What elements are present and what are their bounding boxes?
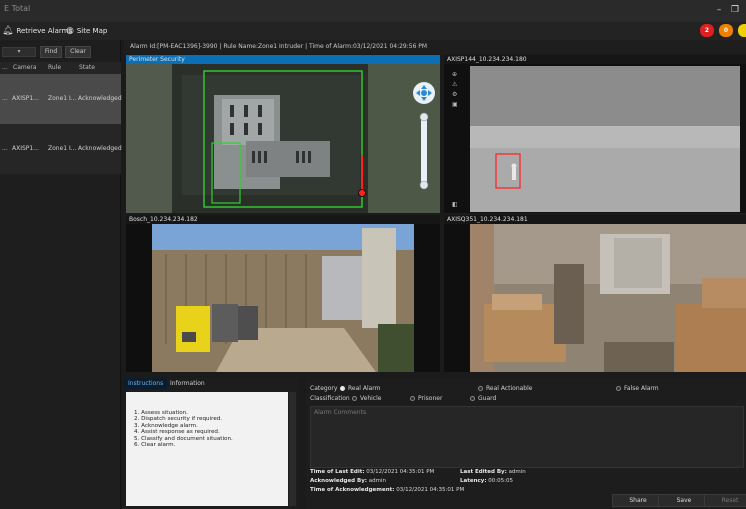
alarm-camera: AXISP1... — [12, 95, 39, 102]
category-radio-real-alarm[interactable] — [340, 386, 345, 391]
alarm-header-text: Alarm Id:[PM-EAC1396]-3990 | Rule Name:Z… — [130, 43, 428, 50]
site-map-image — [126, 55, 440, 213]
svg-text:▣: ▣ — [452, 101, 458, 108]
camera-view-bosch[interactable]: Bosch_10.234.234.182 — [126, 215, 440, 372]
camera-label: AXISP144_10.234.234.180 — [444, 55, 746, 64]
clear-button[interactable]: Clear — [65, 46, 91, 58]
column-rule[interactable]: Rule — [48, 64, 61, 71]
retrieve-alarms-label: Retrieve Alarms — [16, 27, 73, 35]
camera-label: Bosch_10.234.234.182 — [126, 215, 440, 224]
alarm-comments-input[interactable]: Alarm Comments — [310, 406, 744, 468]
retrieve-alarms-button[interactable]: 🔔︎ Retrieve Alarms — [2, 25, 72, 37]
filter-dropdown[interactable]: ▾ — [2, 47, 36, 57]
bosch-feed-image — [126, 224, 440, 372]
alarm-list-header: ... Camera Rule State — [0, 62, 121, 74]
title-bar: E Total – ❐ — [0, 0, 746, 22]
category-option-label: Real Actionable — [486, 385, 533, 392]
alarm-row[interactable]: ... AXISP1... Zone1 I... Acknowledged — [0, 124, 122, 174]
alarm-rule: Zone1 I... — [48, 145, 77, 152]
camera-label: Perimeter Security — [126, 55, 440, 64]
save-button[interactable]: Save — [658, 494, 710, 507]
camera-label: AXISQ351_10.234.234.181 — [444, 215, 746, 224]
instructions-panel: Instructions Information 1. Assess situa… — [124, 378, 298, 509]
svg-text:⚠: ⚠ — [452, 81, 458, 88]
find-button[interactable]: Find — [40, 46, 62, 58]
site-map-label: Site Map — [76, 27, 108, 35]
last-edited-by: Last Edited By: admin — [460, 469, 526, 475]
alarm-header: Alarm Id:[PM-EAC1396]-3990 | Rule Name:Z… — [124, 40, 746, 54]
classification-radio-prisoner[interactable] — [410, 396, 415, 401]
minimize-button[interactable]: – — [712, 3, 726, 17]
classification-radio-guard[interactable] — [470, 396, 475, 401]
classification-label: Classification — [310, 395, 350, 402]
classification-option-label: Vehicle — [360, 395, 382, 402]
instructions-text: 1. Assess situation. 2. Dispatch securit… — [126, 392, 288, 506]
warehouse-feed-image — [444, 224, 746, 372]
svg-text:◧: ◧ — [452, 201, 458, 208]
alarm-state: Acknowledged — [78, 145, 122, 152]
warning-count-badge[interactable]: 0 — [719, 24, 733, 37]
toolbar: 🔔︎ Retrieve Alarms ◍ Site Map 2 0 — [0, 22, 746, 40]
tab-information[interactable]: Information — [166, 378, 209, 389]
window-title: E Total — [4, 4, 31, 13]
acknowledged-by: Acknowledged By: admin — [310, 478, 386, 484]
restore-button[interactable]: ❐ — [728, 3, 742, 17]
category-label: Category — [310, 385, 338, 392]
category-option-label: False Alarm — [624, 385, 659, 392]
classification-radio-vehicle[interactable] — [352, 396, 357, 401]
camera-view-warehouse[interactable]: AXISQ351_10.234.234.181 — [444, 215, 746, 372]
instructions-scrollbar[interactable] — [289, 392, 296, 506]
thermal-feed-image: ⊕ ⚠ ⚙ ▣ ◧ — [444, 64, 746, 213]
category-radio-real-actionable[interactable] — [478, 386, 483, 391]
alarm-row[interactable]: ... AXISP1... Zone1 I... Acknowledged — [0, 74, 122, 124]
perimeter-map-view[interactable]: Perimeter Security — [126, 55, 440, 213]
column-state[interactable]: State — [79, 64, 95, 71]
classification-option-label: Guard — [478, 395, 497, 402]
globe-icon: ◍ — [66, 26, 74, 36]
alarm-list-panel: ▾ Find Clear ... Camera Rule State ... A… — [0, 40, 122, 509]
category-option-label: Real Alarm — [348, 385, 381, 392]
instruction-step: 6. Clear alarm. — [134, 442, 176, 449]
info-count-badge[interactable] — [738, 24, 746, 37]
svg-text:⊕: ⊕ — [452, 71, 457, 78]
bell-icon: 🔔︎ — [2, 26, 14, 36]
category-radio-false-alarm[interactable] — [616, 386, 621, 391]
reset-button[interactable]: Reset — [704, 494, 746, 507]
latency: Latency: 00:05:05 — [460, 478, 513, 484]
acknowledgement-time: Time of Acknowledgement: 03/12/2021 04:3… — [310, 487, 465, 493]
alarm-rule: Zone1 I... — [48, 95, 77, 102]
share-button[interactable]: Share — [612, 494, 664, 507]
critical-count-badge[interactable]: 2 — [700, 24, 714, 37]
last-edit-time: Time of Last Edit: 03/12/2021 04:35:01 P… — [310, 469, 435, 475]
camera-view-thermal[interactable]: AXISP144_10.234.234.180 ⊕ ⚠ ⚙ ▣ ◧ — [444, 55, 746, 213]
column-camera[interactable]: Camera — [13, 64, 37, 71]
classification-form: Category Real Alarm Real Actionable Fals… — [306, 378, 746, 509]
alarm-state: Acknowledged — [78, 95, 122, 102]
alarm-camera: AXISP1... — [12, 145, 39, 152]
site-map-button[interactable]: ◍ Site Map — [66, 25, 107, 37]
classification-option-label: Prisoner — [418, 395, 443, 402]
tab-instructions[interactable]: Instructions — [124, 378, 168, 389]
svg-text:⚙: ⚙ — [452, 91, 457, 98]
